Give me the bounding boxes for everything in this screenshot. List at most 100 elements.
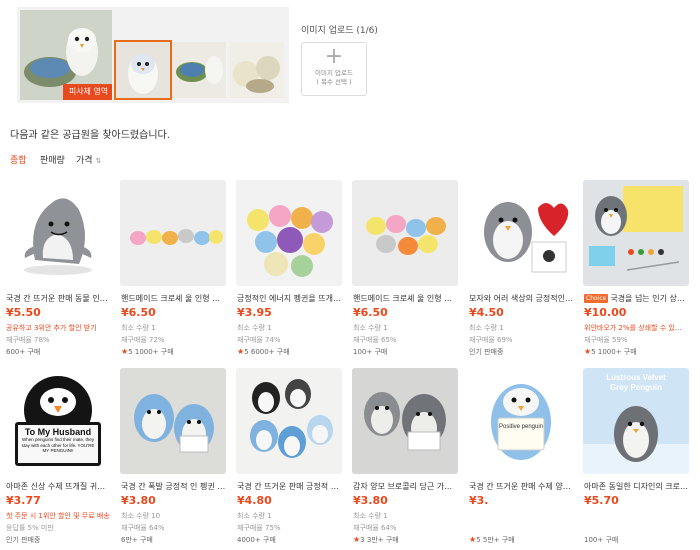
product-card[interactable]: Positive penguin 국경 간 뜨거운 판매 수제 양모 ... ¥… (468, 368, 576, 548)
husband-title: To My Husband (25, 427, 91, 437)
mini-chicks-icon[interactable] (120, 180, 226, 286)
product-repurchase: 재구매율 72% (121, 336, 165, 344)
product-moq: 최소 수량 1 (353, 512, 388, 520)
product-title[interactable]: 국경 간 폭발 긍정적 인 펭귄 인... (121, 481, 227, 492)
product-title[interactable]: 국경 간 뜨거운 판매 수제 양모 ... (469, 481, 575, 492)
product-sales: 인기 판매중 (6, 536, 41, 544)
product-price: ¥3.95 (237, 306, 272, 319)
shark-icon[interactable] (5, 180, 111, 286)
product-title[interactable]: 국경 간 뜨거운 판매 동물 인형 ... (6, 293, 112, 304)
product-rating: 3 (360, 536, 365, 544)
product-moq: 최소 수량 1 (353, 324, 388, 332)
product-card[interactable]: Choice 국경을 넘는 인기 상품, ... ¥10.00 위안바오가 2%를… (583, 180, 691, 360)
product-sales: 인기 판매중 (469, 348, 504, 356)
product-price: ¥4.80 (237, 494, 272, 507)
upload-sublabel: ( 복수 선택 ) (316, 78, 352, 86)
product-card[interactable]: 핸드메이드 크로셰 울 인형 펜던... ¥6.50 최소 수량 1 재구매율 … (352, 180, 460, 360)
product-sales: ★5 1000+ 구매 (584, 347, 637, 357)
product-price: ¥5.50 (6, 306, 41, 319)
product-rating: 5 (476, 536, 481, 544)
product-card[interactable]: 모자와 어러 색상의 긍정적인 작... ¥4.50 최소 수량 1 재구매율 … (468, 180, 576, 360)
product-repurchase: 재구매율 64% (353, 524, 397, 532)
product-repurchase: 재구매율 75% (237, 524, 281, 532)
product-moq: 최소 수량 1 (237, 324, 272, 332)
product-sales-count: 3만+ 구매 (366, 536, 399, 544)
product-card[interactable]: 국경 간 뜨거운 판매 긍정적 인 ... ¥4.80 최소 수량 1 재구매율… (236, 368, 344, 548)
product-repurchase: 재구매율 78% (6, 336, 50, 344)
thumbnail-3[interactable] (230, 42, 284, 98)
product-moq: 최소 수량 1 (469, 324, 504, 332)
tab-sales[interactable]: 판매량 (40, 153, 65, 166)
penguin-kit-icon[interactable] (583, 180, 689, 286)
product-rating: 5 (244, 348, 249, 356)
product-card[interactable]: 긍정적인 에너지 펭귄을 뜨개질한... ¥3.95 최소 수량 1 재구매율 … (236, 180, 344, 360)
product-price: ¥10.00 (584, 306, 627, 319)
product-repurchase: 재구매율 74% (237, 336, 281, 344)
product-title[interactable]: Choice 국경을 넘는 인기 상품, ... (584, 293, 690, 304)
product-card[interactable]: 국경 간 폭발 긍정적 인 펭귄 인... ¥3.80 최소 수량 10 재구매… (120, 368, 228, 548)
penguin-group-icon[interactable] (236, 368, 342, 474)
product-sales-count: 5만+ 구매 (482, 536, 515, 544)
product-price: ¥3. (469, 494, 489, 507)
product-rating: 5 (128, 348, 133, 356)
product-sales: 100+ 구매 (584, 536, 619, 544)
results-heading: 다음과 같은 공급원을 찾아드렸습니다. (10, 130, 170, 141)
product-price: ¥6.50 (121, 306, 156, 319)
choice-badge: Choice (584, 294, 609, 303)
image-upload-button[interactable]: + 이미지 업로드 ( 복수 선택 ) (301, 42, 367, 96)
product-title[interactable]: 국경 간 뜨거운 판매 긍정적 인 ... (237, 481, 343, 492)
product-promo: 공유하고 3위안 추가 할인 받기 (6, 324, 97, 332)
product-rating: 5 (591, 348, 596, 356)
product-response-rate: 응답률 5% 미만 (6, 524, 54, 532)
product-card[interactable]: 국경 간 뜨거운 판매 동물 인형 ... ¥5.50 공유하고 3위안 추가 … (5, 180, 113, 360)
product-sales: ★3 3만+ 구매 (353, 535, 399, 545)
product-sales: 600+ 구매 (6, 348, 41, 356)
tab-price[interactable]: 가격 ⇅ (76, 153, 101, 166)
product-sales-count: 1000+ 구매 (597, 348, 637, 356)
blue-penguins-icon[interactable] (120, 368, 226, 474)
product-repurchase: 재구매율 59% (584, 336, 628, 344)
chick-pile-icon[interactable] (352, 180, 458, 286)
velvet-penguin-icon[interactable]: Lustrous Velvet Grey Penguin (583, 368, 689, 474)
subject-area-button[interactable]: 피사체 영역 (63, 84, 112, 100)
product-title[interactable]: 아마존 동일한 디자인의 크로바늘... (584, 481, 690, 492)
product-sales: 4000+ 구매 (237, 536, 276, 544)
product-card[interactable]: 감자 양모 브로콜리 당근 가지 크... ¥3.80 최소 수량 1 재구매율… (352, 368, 460, 548)
product-price: ¥3.77 (6, 494, 41, 507)
product-promo: 위안바오가 2%를 상쇄할 수 있... (584, 324, 682, 332)
positive-penguin-icon[interactable]: Positive penguin (468, 368, 574, 474)
chick-pile-icon[interactable] (236, 180, 342, 286)
sort-arrows-icon: ⇅ (95, 157, 102, 165)
product-title[interactable]: 아마존 신상 수제 뜨개질 귀여운 ... (6, 481, 112, 492)
velvet-line2: Grey Penguin (610, 383, 662, 392)
penguin-heart-icon[interactable] (468, 180, 574, 286)
product-moq: 최소 수량 1 (121, 324, 156, 332)
product-promo: 첫 주문 시 1위안 할인 및 무료 배송 (6, 512, 110, 520)
thumbnail-1[interactable] (114, 40, 172, 100)
product-price: ¥3.80 (353, 494, 388, 507)
search-image-main[interactable]: 피사체 영역 (20, 10, 112, 100)
positive-text: Positive penguin (499, 424, 543, 430)
product-title[interactable]: 감자 양모 브로콜리 당근 가지 크... (353, 481, 459, 492)
velvet-line1: Lustrous Velvet (606, 373, 666, 382)
product-title-text: 국경을 넘는 인기 상품, ... (610, 294, 690, 303)
product-title[interactable]: 긍정적인 에너지 펭귄을 뜨개질한... (237, 293, 343, 304)
product-card[interactable]: 핸드메이드 크로셰 울 인형 펜던... ¥6.50 최소 수량 1 재구매율 … (120, 180, 228, 360)
penguin-husband-icon[interactable]: To My Husband When penguins find their m… (5, 368, 111, 474)
product-moq: 최소 수량 1 (237, 512, 272, 520)
product-sales: 100+ 구매 (353, 348, 388, 356)
product-sales-count: 6000+ 구매 (250, 348, 290, 356)
product-price: ¥3.80 (121, 494, 156, 507)
plus-icon: + (324, 44, 344, 69)
husband-body: When penguins find their mate, they stay… (21, 437, 95, 453)
search-image-strip: 피사체 영역 (17, 7, 289, 103)
product-title[interactable]: 모자와 어러 색상의 긍정적인 작... (469, 293, 575, 304)
tab-overall[interactable]: 종합 (10, 153, 27, 166)
product-title[interactable]: 핸드메이드 크로셰 울 인형 펜던... (353, 293, 459, 304)
product-card[interactable]: To My Husband When penguins find their m… (5, 368, 113, 548)
product-card[interactable]: Lustrous Velvet Grey Penguin 아마존 동일한 디자인… (583, 368, 691, 548)
grey-penguins-icon[interactable] (352, 368, 458, 474)
product-repurchase: 재구매율 64% (121, 524, 165, 532)
thumbnail-2[interactable] (172, 42, 226, 98)
product-title[interactable]: 핸드메이드 크로셰 울 인형 펜던... (121, 293, 227, 304)
